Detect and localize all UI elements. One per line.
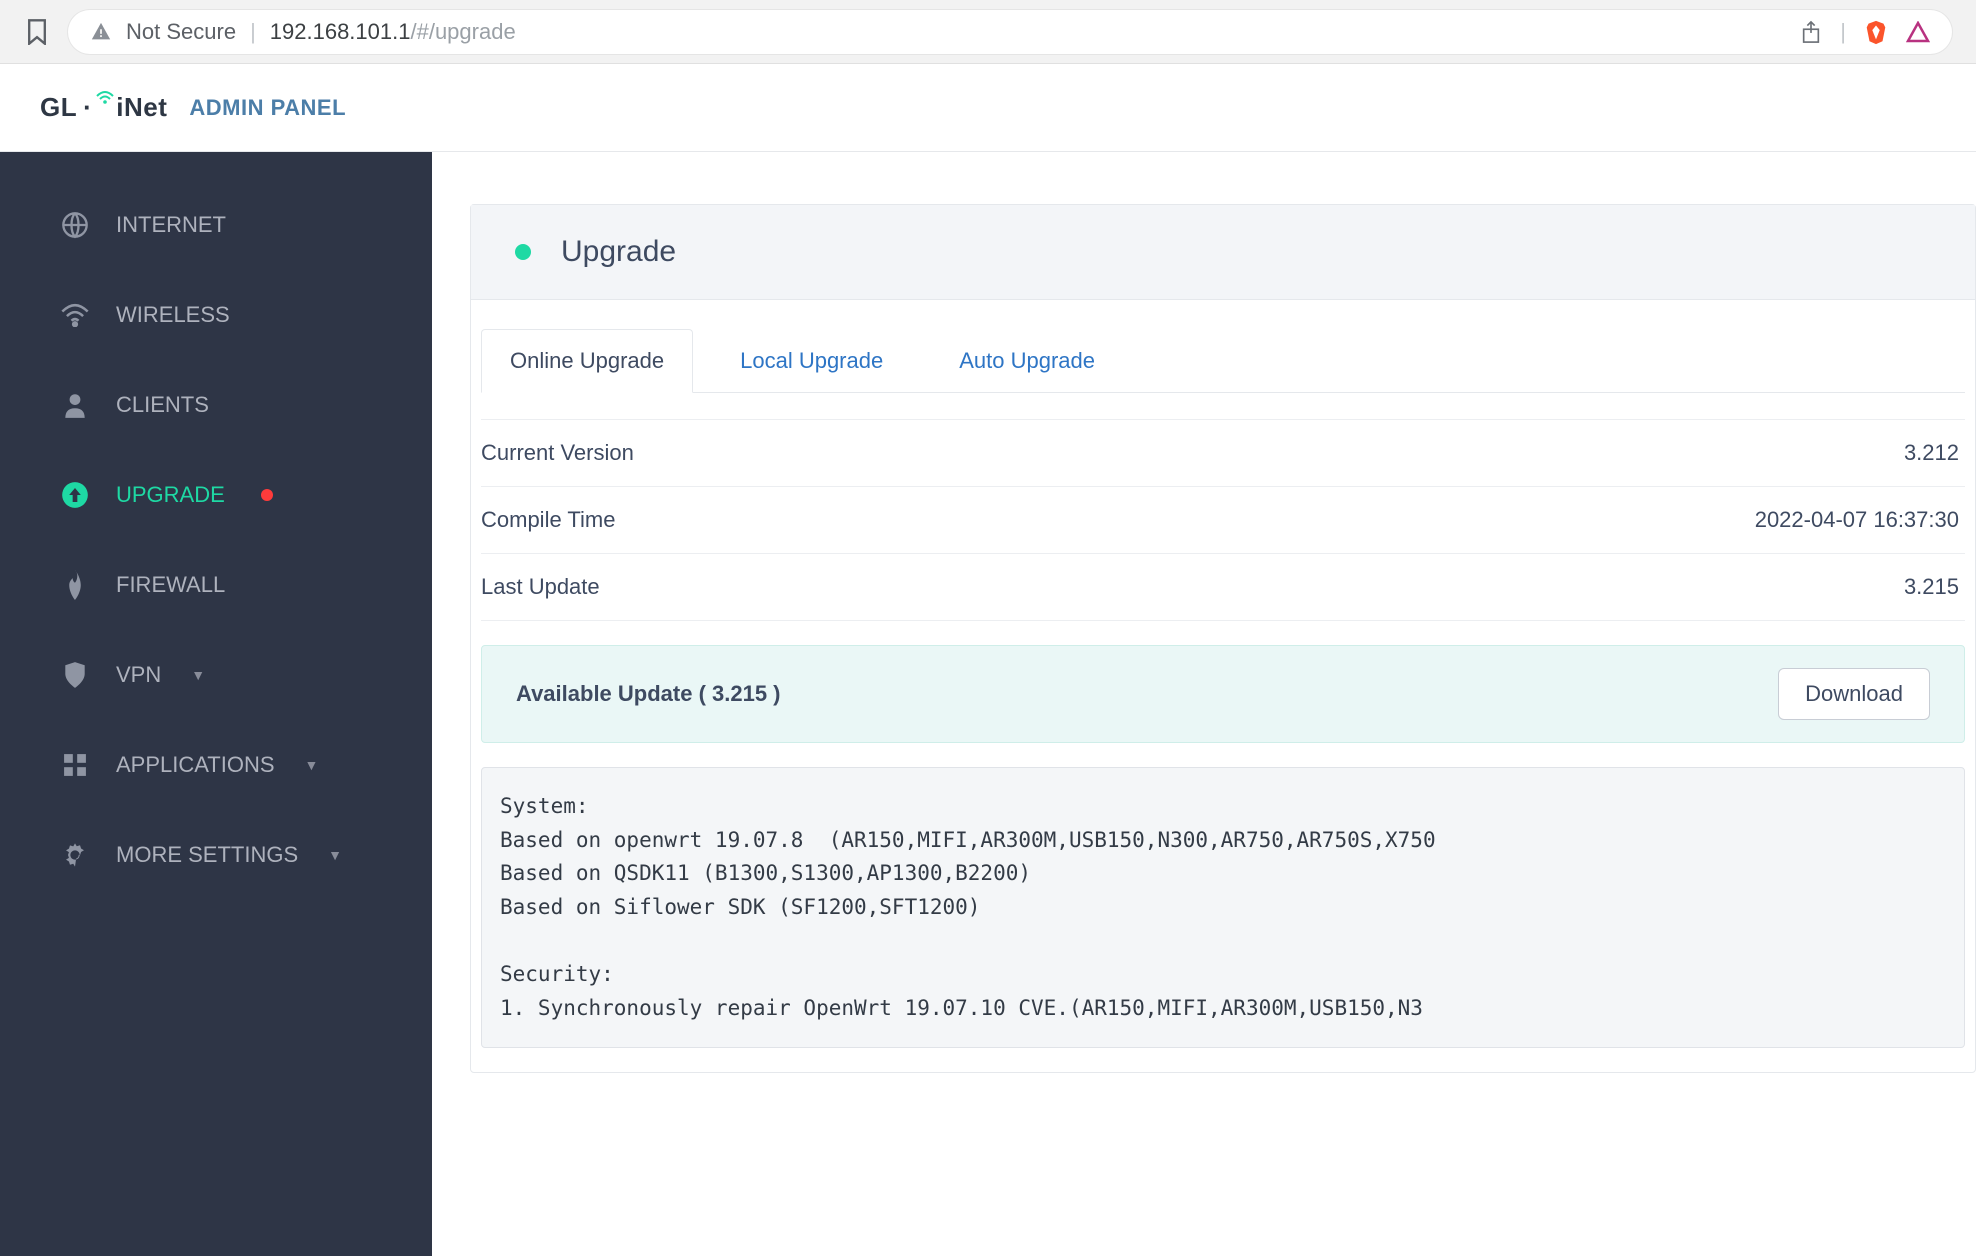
globe-icon bbox=[60, 210, 90, 240]
download-button[interactable]: Download bbox=[1778, 668, 1930, 720]
brave-shield-icon[interactable] bbox=[1906, 21, 1930, 43]
sidebar-item-firewall[interactable]: FIREWALL bbox=[0, 540, 432, 630]
sidebar-item-clients[interactable]: CLIENTS bbox=[0, 360, 432, 450]
sidebar-item-label: WIRELESS bbox=[116, 302, 230, 328]
chevron-down-icon: ▼ bbox=[305, 757, 319, 773]
separator: | bbox=[250, 19, 256, 45]
not-secure-label: Not Secure bbox=[126, 19, 236, 45]
sidebar-item-internet[interactable]: INTERNET bbox=[0, 180, 432, 270]
sidebar-item-label: VPN bbox=[116, 662, 161, 688]
share-icon[interactable] bbox=[1800, 20, 1822, 44]
info-value: 2022-04-07 16:37:30 bbox=[1755, 507, 1965, 533]
shield-icon bbox=[60, 660, 90, 690]
main-content: Upgrade Online Upgrade Local Upgrade Auto … bbox=[432, 152, 1976, 1256]
firewall-icon bbox=[60, 570, 90, 600]
upgrade-card: Upgrade Online Upgrade Local Upgrade Auto … bbox=[470, 204, 1976, 1073]
url-text: 192.168.101.1/#/upgrade bbox=[270, 19, 516, 45]
bookmark-icon[interactable] bbox=[24, 19, 50, 45]
tabs: Online Upgrade Local Upgrade Auto Upgrade bbox=[481, 328, 1965, 393]
user-icon bbox=[60, 390, 90, 420]
sidebar-item-applications[interactable]: APPLICATIONS ▼ bbox=[0, 720, 432, 810]
gear-icon bbox=[60, 840, 90, 870]
sidebar-item-label: UPGRADE bbox=[116, 482, 225, 508]
chevron-down-icon: ▼ bbox=[328, 847, 342, 863]
separator: | bbox=[1840, 19, 1846, 45]
changelog-box: System: Based on openwrt 19.07.8 (AR150,… bbox=[481, 767, 1965, 1048]
info-row: Last Update 3.215 bbox=[481, 553, 1965, 621]
info-rows: Current Version 3.212 Compile Time 2022-… bbox=[481, 419, 1975, 621]
info-value: 3.212 bbox=[1904, 440, 1965, 466]
info-value: 3.215 bbox=[1904, 574, 1965, 600]
notification-dot bbox=[261, 489, 273, 501]
address-bar[interactable]: Not Secure | 192.168.101.1/#/upgrade | bbox=[68, 10, 1952, 54]
info-row: Current Version 3.212 bbox=[481, 419, 1965, 486]
apps-icon bbox=[60, 750, 90, 780]
browser-chrome: Not Secure | 192.168.101.1/#/upgrade | bbox=[0, 0, 1976, 64]
wifi-dot-icon bbox=[96, 91, 114, 105]
sidebar-item-more-settings[interactable]: MORE SETTINGS ▼ bbox=[0, 810, 432, 900]
wifi-icon bbox=[60, 300, 90, 330]
sidebar-item-wireless[interactable]: WIRELESS bbox=[0, 270, 432, 360]
sidebar-item-vpn[interactable]: VPN ▼ bbox=[0, 630, 432, 720]
tab-local-upgrade[interactable]: Local Upgrade bbox=[711, 329, 912, 393]
sidebar-item-upgrade[interactable]: UPGRADE bbox=[0, 450, 432, 540]
chevron-down-icon: ▼ bbox=[191, 667, 205, 683]
card-header: Upgrade bbox=[471, 205, 1975, 300]
sidebar-item-label: FIREWALL bbox=[116, 572, 225, 598]
available-update-banner: Available Update ( 3.215 ) Download bbox=[481, 645, 1965, 743]
tab-auto-upgrade[interactable]: Auto Upgrade bbox=[930, 329, 1124, 393]
info-row: Compile Time 2022-04-07 16:37:30 bbox=[481, 486, 1965, 553]
app-header: GL · iNet ADMIN PANEL bbox=[0, 64, 1976, 152]
available-update-label: Available Update ( 3.215 ) bbox=[516, 681, 781, 707]
brave-icon[interactable] bbox=[1864, 19, 1888, 45]
info-label: Current Version bbox=[481, 440, 634, 466]
tab-online-upgrade[interactable]: Online Upgrade bbox=[481, 329, 693, 393]
upgrade-icon bbox=[60, 480, 90, 510]
sidebar-item-label: MORE SETTINGS bbox=[116, 842, 298, 868]
sidebar: INTERNET WIRELESS CLIENTS UPGRADE FIREWA… bbox=[0, 152, 432, 1256]
status-dot-icon bbox=[515, 244, 531, 260]
info-label: Compile Time bbox=[481, 507, 615, 533]
page-title: Upgrade bbox=[561, 235, 676, 269]
brand-logo[interactable]: GL · iNet bbox=[40, 92, 167, 123]
warning-icon bbox=[90, 21, 112, 43]
info-label: Last Update bbox=[481, 574, 600, 600]
admin-panel-label: ADMIN PANEL bbox=[189, 95, 346, 121]
sidebar-item-label: INTERNET bbox=[116, 212, 226, 238]
sidebar-item-label: APPLICATIONS bbox=[116, 752, 275, 778]
sidebar-item-label: CLIENTS bbox=[116, 392, 209, 418]
